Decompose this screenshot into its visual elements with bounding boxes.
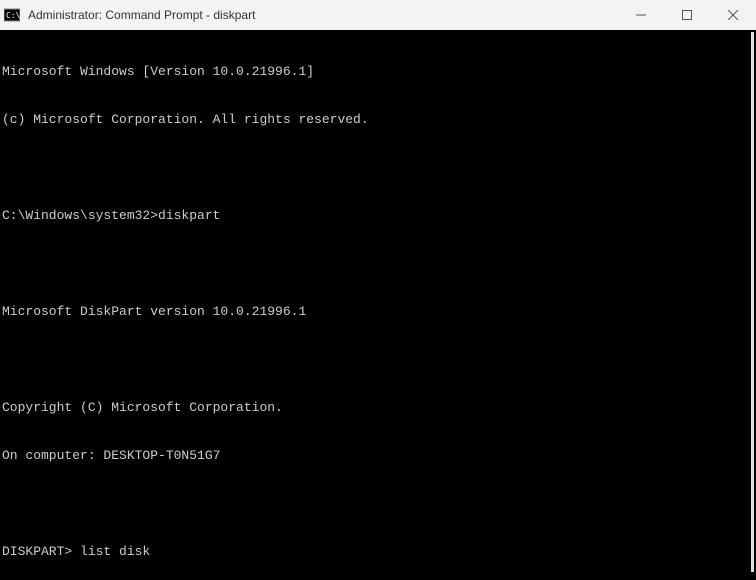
window-controls <box>618 0 756 30</box>
command-text: list disk <box>80 544 150 560</box>
output-line: Copyright (C) Microsoft Corporation. <box>2 400 754 416</box>
minimize-button[interactable] <box>618 0 664 30</box>
command-text: diskpart <box>158 208 220 224</box>
close-button[interactable] <box>710 0 756 30</box>
console-area[interactable]: Microsoft Windows [Version 10.0.21996.1]… <box>0 30 756 580</box>
output-line: On computer: DESKTOP-T0N51G7 <box>2 448 754 464</box>
blank-line <box>2 496 754 512</box>
command-prompt-window: C:\ Administrator: Command Prompt - disk… <box>0 0 756 580</box>
maximize-button[interactable] <box>664 0 710 30</box>
window-title: Administrator: Command Prompt - diskpart <box>28 8 618 22</box>
output-line: (c) Microsoft Corporation. All rights re… <box>2 112 754 128</box>
cmd-icon: C:\ <box>4 7 20 23</box>
blank-line <box>2 160 754 176</box>
prompt: DISKPART> <box>2 544 80 560</box>
svg-text:C:\: C:\ <box>6 11 20 20</box>
blank-line <box>2 256 754 272</box>
output-line: Microsoft Windows [Version 10.0.21996.1] <box>2 64 754 80</box>
prompt-line: DISKPART> list disk <box>2 544 754 560</box>
prompt: C:\Windows\system32> <box>2 208 158 224</box>
scrollbar[interactable] <box>751 32 754 572</box>
prompt-line: C:\Windows\system32>diskpart <box>2 208 754 224</box>
titlebar[interactable]: C:\ Administrator: Command Prompt - disk… <box>0 0 756 30</box>
blank-line <box>2 352 754 368</box>
output-line: Microsoft DiskPart version 10.0.21996.1 <box>2 304 754 320</box>
